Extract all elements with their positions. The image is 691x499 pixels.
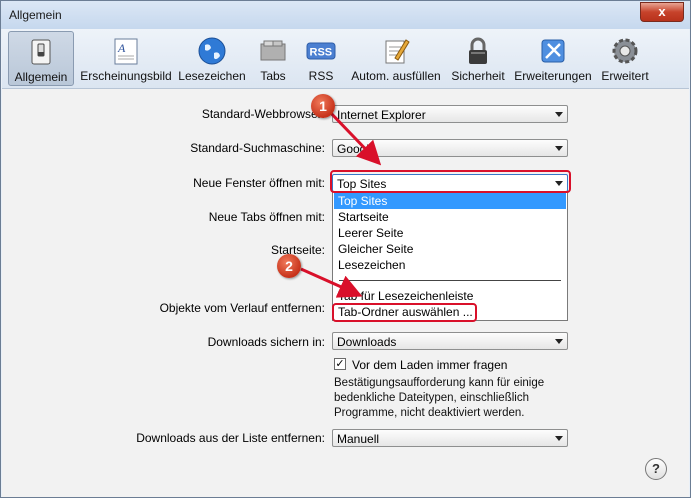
arrow-2: [300, 267, 363, 298]
help-button[interactable]: ?: [645, 458, 667, 480]
downloads-remove-dropdown[interactable]: Manuell: [332, 429, 568, 447]
downloads-save-dropdown[interactable]: Downloads: [332, 332, 568, 350]
chevron-down-icon: [555, 339, 563, 344]
arrow-1: [325, 107, 382, 166]
downloads-save-value: Downloads: [337, 335, 397, 349]
downloads-remove-value: Manuell: [337, 432, 380, 446]
annotation-arrows: [300, 107, 382, 298]
downloads-save-label: Downloads sichern in:: [207, 335, 325, 349]
downloads-remove-label: Downloads aus der Liste entfernen:: [136, 431, 325, 445]
ask-before-download-checkbox[interactable]: ✓: [334, 358, 346, 370]
ask-before-download-note: Bestätigungsaufforderung kann für einige…: [334, 377, 545, 419]
chevron-down-icon: [555, 436, 563, 441]
annotation-badge-2: 2: [277, 254, 301, 278]
ask-before-download-label: Vor dem Laden immer fragen: [352, 358, 508, 372]
preferences-window: Allgemein x Allgemein A Erscheinungsbild: [0, 0, 691, 498]
annotation-badge-1: 1: [311, 94, 335, 118]
